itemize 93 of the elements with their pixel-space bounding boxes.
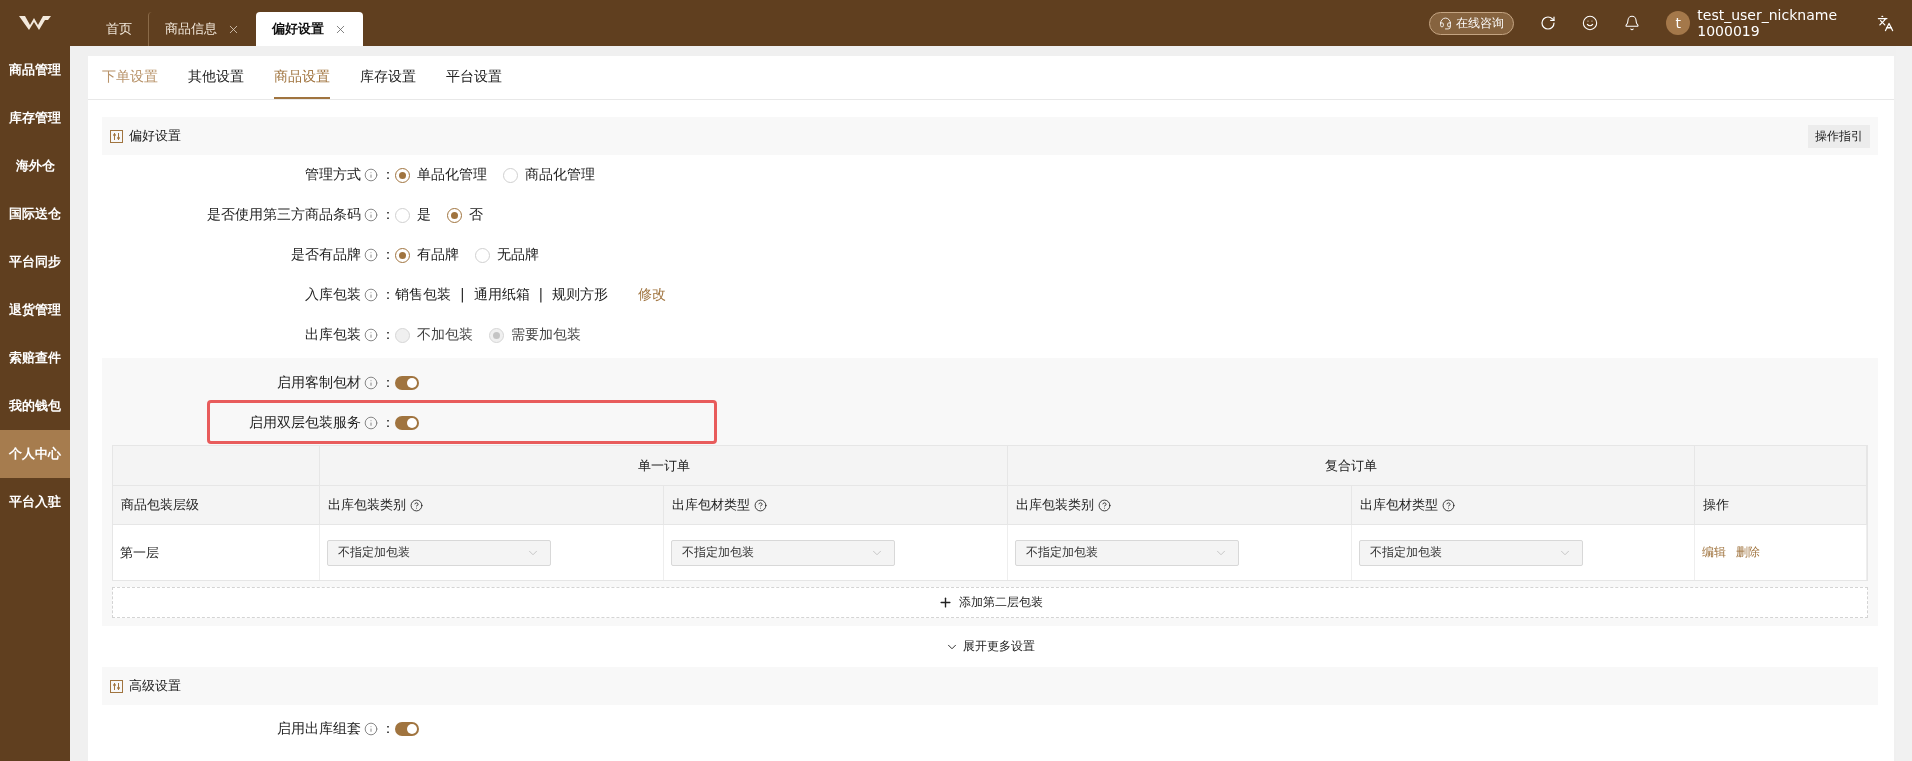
radio-button[interactable] — [395, 247, 410, 263]
column-title: 出库包装类别 — [1016, 496, 1094, 514]
user-id: 1000019 — [1697, 23, 1761, 39]
info-icon[interactable] — [364, 248, 378, 262]
smile-icon[interactable] — [1582, 15, 1599, 31]
field-label: 启用客制包材 — [277, 374, 361, 392]
column-title: 商品包装层级 — [121, 496, 199, 514]
column-title: 操作 — [1703, 496, 1729, 514]
colon: ： — [381, 166, 395, 184]
window-tab[interactable]: 首页 — [90, 12, 148, 46]
column-title: 出库包装类别 — [328, 496, 406, 514]
avatar[interactable]: t — [1666, 11, 1691, 35]
radio-button[interactable] — [447, 207, 462, 223]
field-label: 出库包装 — [305, 326, 361, 344]
sidebar-item[interactable]: 平台入驻 — [0, 478, 70, 526]
help-icon[interactable] — [754, 498, 767, 512]
info-icon[interactable] — [364, 376, 378, 390]
field-label: 是否有品牌 — [291, 246, 361, 264]
info-icon[interactable] — [364, 208, 378, 222]
radio-label: 否 — [469, 206, 483, 224]
radio-label: 单品化管理 — [417, 166, 487, 184]
info-icon[interactable] — [364, 416, 378, 430]
sidebar-item[interactable]: 个人中心 — [0, 430, 70, 478]
settings-tab[interactable]: 平台设置 — [446, 56, 502, 99]
field-value: 销售包装 | 通用纸箱 | 规则方形 — [395, 286, 609, 304]
toggle-switch[interactable] — [395, 722, 419, 736]
sliders-icon — [110, 679, 123, 693]
colon: ： — [381, 720, 395, 738]
radio-label: 无品牌 — [497, 246, 539, 264]
sidebar-item[interactable]: 平台同步 — [0, 238, 70, 286]
field-label: 启用双层包装服务 — [249, 414, 361, 432]
add-layer-button[interactable]: 添加第二层包装 — [112, 587, 1868, 618]
radio-label: 是 — [417, 206, 431, 224]
info-icon[interactable] — [364, 168, 378, 182]
help-icon[interactable] — [1442, 498, 1455, 512]
toggle-switch[interactable] — [395, 416, 419, 430]
colon: ： — [381, 246, 395, 264]
plus-icon — [937, 595, 953, 610]
guide-button[interactable]: 操作指引 — [1808, 124, 1870, 148]
sliders-icon — [110, 129, 123, 143]
sidebar-item[interactable]: 商品管理 — [0, 46, 70, 94]
field-label: 是否使用第三方商品条码 — [207, 206, 361, 224]
column-title: 出库包材类型 — [1360, 496, 1438, 514]
select-field[interactable]: 不指定加包装 — [671, 539, 895, 566]
action-link[interactable]: 删除 — [1736, 544, 1760, 561]
column-title: 出库包材类型 — [672, 496, 750, 514]
toggle-switch[interactable] — [395, 376, 419, 390]
field-label: 管理方式 — [305, 166, 361, 184]
sidebar-item[interactable]: 退货管理 — [0, 286, 70, 334]
sidebar-item[interactable]: 国际送仓 — [0, 190, 70, 238]
header-cell: 复合订单 — [1008, 446, 1695, 486]
colon: ： — [381, 206, 395, 224]
field-label: 入库包装 — [305, 286, 361, 304]
bell-icon[interactable] — [1624, 15, 1641, 31]
colon: ： — [381, 374, 395, 392]
select-field[interactable]: 不指定加包装 — [1015, 539, 1239, 566]
headset-icon — [1439, 16, 1453, 30]
window-tab[interactable]: 偏好设置 — [256, 12, 363, 46]
action-link[interactable]: 编辑 — [1702, 544, 1726, 561]
help-icon[interactable] — [410, 498, 423, 512]
radio-label: 需要加包装 — [511, 326, 581, 344]
info-icon[interactable] — [364, 328, 378, 342]
radio-label: 有品牌 — [417, 246, 459, 264]
settings-tab[interactable]: 库存设置 — [360, 56, 416, 99]
section-title: 高级设置 — [129, 677, 181, 695]
field-label: 启用出库组套 — [277, 720, 361, 738]
sidebar-item[interactable]: 我的钱包 — [0, 382, 70, 430]
colon: ： — [381, 326, 395, 344]
sidebar-item[interactable]: 索赔查件 — [0, 334, 70, 382]
radio-button[interactable] — [395, 167, 410, 183]
radio-label: 不加包装 — [417, 326, 473, 344]
settings-tab[interactable]: 其他设置 — [188, 56, 244, 99]
radio-label: 商品化管理 — [525, 166, 595, 184]
translate-icon[interactable] — [1877, 14, 1894, 32]
edit-link[interactable]: 修改 — [638, 286, 667, 304]
expand-link[interactable]: 展开更多设置 — [945, 638, 1035, 655]
settings-tab[interactable]: 商品设置 — [274, 56, 330, 99]
select-field[interactable]: 不指定加包装 — [327, 539, 551, 566]
sidebar-item[interactable]: 海外仓 — [0, 142, 70, 190]
logo-icon — [18, 15, 52, 31]
sidebar-item[interactable]: 库存管理 — [0, 94, 70, 142]
info-icon[interactable] — [364, 722, 378, 736]
help-icon[interactable] — [1098, 498, 1111, 512]
colon: ： — [381, 286, 395, 304]
refresh-icon[interactable] — [1540, 15, 1557, 31]
table-cell: 第一层 — [113, 525, 320, 580]
section-title: 偏好设置 — [129, 127, 181, 145]
colon: ： — [381, 414, 395, 432]
user-name: test_user_nickname — [1697, 7, 1837, 23]
header-cell: 单一订单 — [320, 446, 1008, 486]
consult-button[interactable]: 在线咨询 — [1429, 11, 1515, 35]
info-icon[interactable] — [364, 288, 378, 302]
select-field[interactable]: 不指定加包装 — [1359, 539, 1583, 566]
